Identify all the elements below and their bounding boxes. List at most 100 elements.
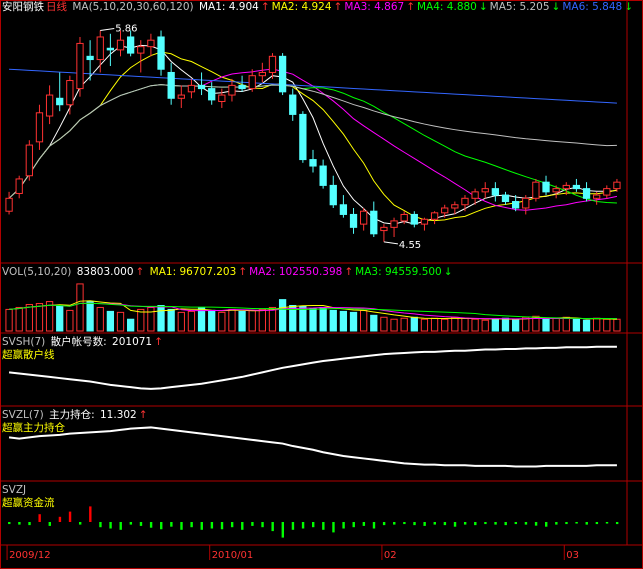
candle-body bbox=[157, 36, 165, 70]
candle-body bbox=[309, 159, 317, 167]
candle-body bbox=[96, 36, 104, 61]
volume-bar bbox=[96, 306, 104, 332]
candle-body bbox=[430, 212, 439, 220]
volume-bar bbox=[147, 306, 155, 332]
volume-bar bbox=[218, 311, 226, 332]
flow-bar bbox=[89, 506, 92, 522]
volume-bar bbox=[511, 318, 520, 332]
flow-bar bbox=[129, 522, 133, 525]
volume-bar bbox=[35, 303, 44, 332]
flow-bar bbox=[534, 522, 538, 526]
flow-bar bbox=[139, 522, 143, 526]
date-label-2: 2010/01 bbox=[212, 550, 254, 561]
candle-body bbox=[278, 55, 287, 93]
candle-body bbox=[86, 55, 94, 61]
candle-body bbox=[441, 207, 449, 214]
volume-bar bbox=[137, 308, 145, 332]
candle-body bbox=[299, 113, 307, 161]
flow-bar bbox=[119, 522, 122, 530]
volume-bar bbox=[319, 306, 327, 332]
volume-bar bbox=[167, 308, 175, 332]
date-label-4: 03 bbox=[566, 550, 579, 561]
flow-bar bbox=[403, 522, 406, 525]
flow-bar bbox=[443, 522, 447, 526]
volume-bar bbox=[370, 314, 378, 332]
volume-bar bbox=[258, 308, 266, 332]
candle-body bbox=[552, 188, 560, 193]
volume-bar bbox=[278, 299, 287, 332]
candle-body bbox=[5, 197, 13, 212]
flow-bar bbox=[413, 522, 416, 526]
candle-body bbox=[349, 213, 358, 228]
candle-body bbox=[289, 94, 297, 115]
candle-body bbox=[461, 197, 469, 206]
volume-bar bbox=[56, 305, 64, 332]
volume-bar bbox=[441, 318, 449, 332]
candle-body bbox=[147, 39, 155, 48]
volume-bar bbox=[126, 318, 135, 332]
low-marker-arrow bbox=[383, 241, 398, 245]
volume-bar bbox=[76, 283, 84, 332]
ma-line-6 bbox=[9, 68, 617, 104]
volume-bar bbox=[106, 310, 115, 332]
volume-bar bbox=[299, 305, 307, 332]
volume-bar bbox=[390, 318, 398, 332]
candle-body bbox=[218, 94, 226, 103]
stock-chart-window: 安阳钢铁 日线 MA(5,10,20,30,60,120) MA1: 4.904 ↑… bbox=[0, 0, 643, 569]
flow-bar bbox=[301, 522, 305, 529]
volume-bar bbox=[25, 304, 33, 332]
candle-body bbox=[471, 191, 479, 199]
flow-bar bbox=[524, 522, 528, 525]
high-marker-arrow bbox=[100, 28, 115, 32]
candle-body bbox=[35, 112, 44, 143]
candle-body bbox=[187, 84, 196, 93]
flow-bar bbox=[423, 522, 426, 526]
candle-body bbox=[319, 165, 327, 186]
ma-line-3 bbox=[8, 68, 618, 211]
volume-bar bbox=[582, 319, 591, 332]
volume-bar bbox=[451, 316, 459, 332]
flow-bar bbox=[332, 522, 335, 533]
candle-body bbox=[238, 84, 246, 90]
flow-bar bbox=[605, 522, 609, 524]
chart-canvas[interactable]: 5.86 4.55 2009/12 2010/01 02 03 bbox=[0, 0, 643, 569]
candle-body bbox=[380, 226, 388, 232]
volume-bar bbox=[309, 307, 317, 332]
volume-bar bbox=[491, 318, 500, 332]
flow-bar bbox=[565, 522, 568, 525]
volume-bar bbox=[86, 301, 94, 332]
candle-body bbox=[370, 210, 378, 235]
candle-body bbox=[613, 181, 621, 190]
candle-body bbox=[593, 194, 601, 199]
volume-bar bbox=[481, 319, 489, 332]
flow-bar bbox=[545, 522, 548, 527]
candle-body bbox=[420, 218, 429, 225]
volume-bar bbox=[471, 318, 479, 332]
candle-body bbox=[15, 178, 23, 194]
volume-bar bbox=[238, 310, 246, 332]
flow-bar bbox=[180, 522, 183, 530]
candle-body bbox=[137, 46, 145, 54]
candle-body bbox=[45, 94, 54, 117]
candle-body bbox=[522, 197, 530, 209]
high-marker-label: 5.86 bbox=[115, 24, 137, 35]
volume-bar bbox=[5, 308, 13, 332]
flow-bar bbox=[514, 522, 518, 525]
candle-body bbox=[339, 204, 348, 215]
flow-bar bbox=[291, 522, 295, 530]
candle-body bbox=[126, 36, 135, 54]
candle-body bbox=[400, 213, 408, 222]
candle-body bbox=[481, 188, 489, 193]
flow-bar bbox=[474, 522, 477, 526]
candle-body bbox=[76, 42, 84, 90]
volume-bar bbox=[400, 317, 408, 332]
flow-bar bbox=[433, 522, 436, 525]
flow-bar bbox=[555, 522, 558, 525]
volume-bar bbox=[430, 317, 439, 332]
candle-body bbox=[451, 204, 459, 209]
candle-body bbox=[562, 184, 570, 190]
flow-bar bbox=[342, 522, 345, 529]
candle-body bbox=[329, 184, 337, 206]
flow-bar bbox=[494, 522, 497, 525]
flow-bar bbox=[200, 522, 203, 530]
